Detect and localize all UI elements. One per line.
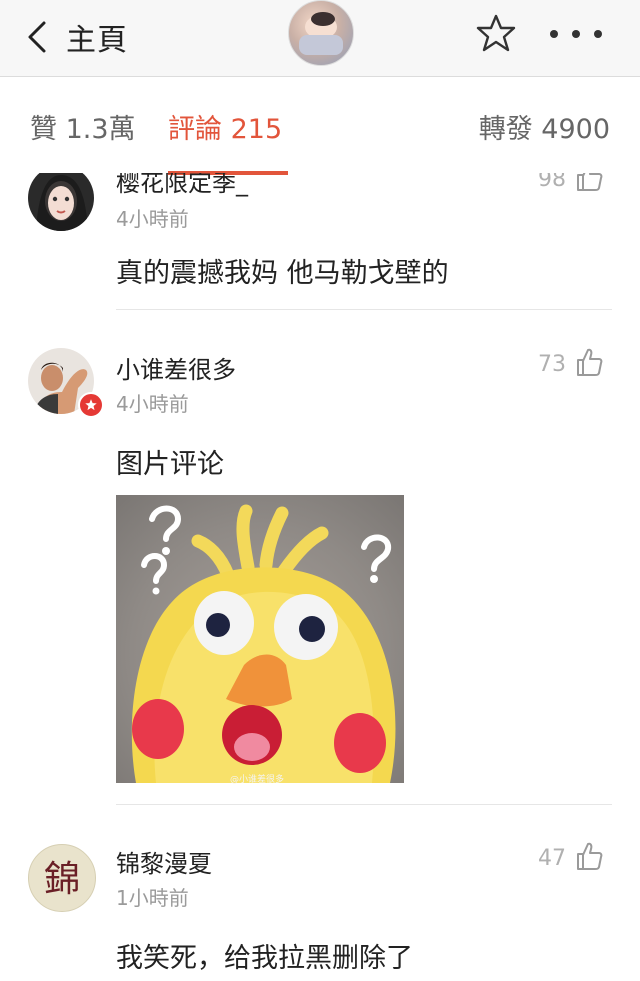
comment-list[interactable]: 樱花限定季_ 4小時前 98 真的震撼我妈 他马勒戈壁的 小谁差很多 4小時前 …: [0, 173, 640, 981]
divider: [116, 804, 612, 805]
image-watermark: @小谁差很多: [230, 775, 285, 785]
like-count: 47: [538, 846, 566, 871]
back-label: 主頁: [66, 23, 128, 58]
avatar-image: [28, 173, 94, 231]
verified-badge: [78, 392, 104, 418]
comment-time: 4小時前: [116, 207, 189, 231]
thumbs-up-icon[interactable]: [574, 173, 604, 193]
chevron-left-icon: [28, 21, 46, 53]
back-button[interactable]: 主頁: [24, 14, 164, 60]
star-icon[interactable]: [474, 12, 518, 56]
commenter-name[interactable]: 小谁差很多: [116, 350, 236, 385]
comment-item: 錦 锦黎漫夏 1小時前 47 我笑死，给我拉黑删除了: [0, 806, 640, 981]
comment-time: 1小時前: [116, 886, 189, 910]
commenter-name[interactable]: 樱花限定季_: [116, 173, 248, 198]
commenter-name[interactable]: 锦黎漫夏: [116, 844, 212, 879]
avatar-image: [299, 12, 343, 55]
top-navigation-bar: 主頁: [0, 0, 640, 77]
tab-bar: 贊 1.3萬 評論 215 轉發 4900: [0, 77, 640, 175]
comment-text: 真的震撼我妈 他马勒戈壁的: [116, 258, 449, 289]
comment-time: 4小時前: [116, 392, 189, 416]
thumbs-up-icon[interactable]: [574, 840, 604, 872]
comment-image[interactable]: [116, 495, 404, 783]
comment-text: 我笑死，给我拉黑删除了: [116, 943, 413, 974]
like-count: 98: [538, 173, 566, 192]
tab-likes[interactable]: 贊 1.3萬: [30, 107, 136, 146]
avatar-character: 錦: [44, 859, 80, 900]
commenter-avatar[interactable]: [28, 173, 94, 231]
calligraphy-avatar-image: 錦: [44, 859, 80, 900]
tab-comments[interactable]: 評論 215: [168, 107, 282, 146]
post-author-avatar[interactable]: [288, 0, 354, 66]
star-badge-icon: [85, 399, 97, 411]
more-dots-icon[interactable]: [550, 12, 602, 56]
commenter-avatar[interactable]: 錦: [28, 844, 96, 912]
chick-sticker-image: [131, 504, 396, 783]
comment-text: 图片评论: [116, 449, 224, 480]
tab-reposts[interactable]: 轉發 4900: [479, 107, 610, 146]
like-count: 73: [538, 352, 566, 377]
comment-item: 樱花限定季_ 4小時前 98 真的震撼我妈 他马勒戈壁的: [0, 173, 640, 311]
comment-item: 小谁差很多 4小時前 73 图片评论: [0, 310, 640, 806]
thumbs-up-icon[interactable]: [574, 346, 604, 378]
